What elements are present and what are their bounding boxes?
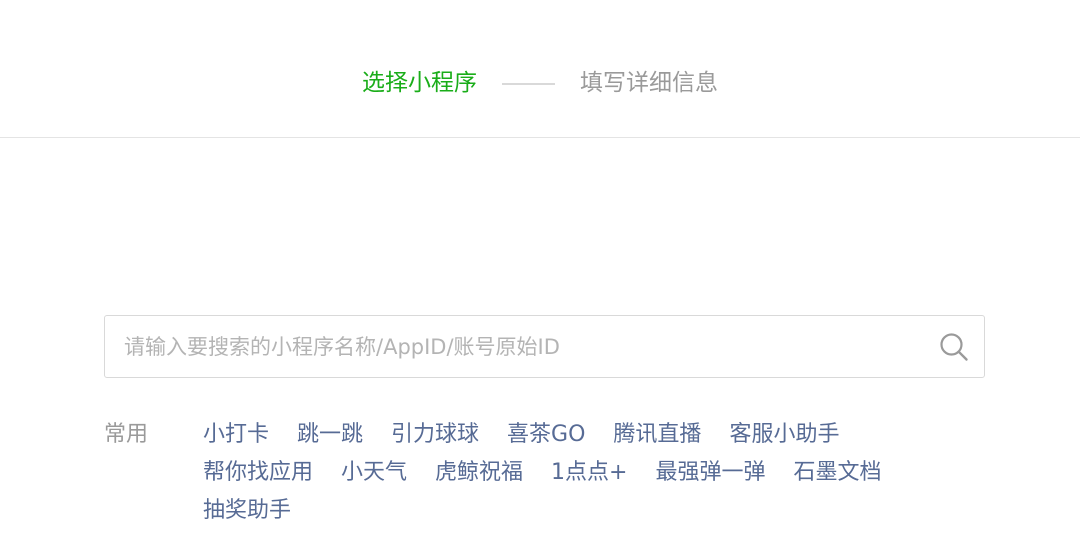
common-list: 小打卡 跳一跳 引力球球 喜茶GO 腾讯直播 客服小助手 帮你找应用 小天气 虎… — [203, 416, 983, 530]
common-item[interactable]: 1点点+ — [551, 454, 627, 492]
common-item[interactable]: 喜茶GO — [507, 416, 585, 454]
common-item[interactable]: 小天气 — [341, 454, 407, 492]
common-item[interactable]: 抽奖助手 — [203, 492, 291, 530]
search-icon[interactable] — [938, 331, 970, 363]
common-item[interactable]: 虎鲸祝福 — [435, 454, 523, 492]
search-input[interactable] — [105, 316, 925, 377]
common-item[interactable]: 腾讯直播 — [613, 416, 701, 454]
page: 选择小程序 填写详细信息 常用 小打卡 跳一跳 引力球球 喜茶GO 腾讯直播 客… — [0, 0, 1080, 551]
common-item[interactable]: 跳一跳 — [297, 416, 363, 454]
common-item[interactable]: 引力球球 — [391, 416, 479, 454]
common-item[interactable]: 客服小助手 — [729, 416, 839, 454]
common-item[interactable]: 最强弹一弹 — [655, 454, 765, 492]
search-box — [104, 315, 985, 378]
step-fill-details: 填写详细信息 — [580, 70, 718, 96]
step-header: 选择小程序 填写详细信息 — [0, 0, 1080, 138]
common-item[interactable]: 小打卡 — [203, 416, 269, 454]
step-divider — [502, 83, 555, 85]
common-item[interactable]: 帮你找应用 — [203, 454, 313, 492]
common-item[interactable]: 石墨文档 — [794, 454, 882, 492]
common-label: 常用 — [104, 422, 149, 447]
step-select-mini-program: 选择小程序 — [362, 70, 477, 96]
